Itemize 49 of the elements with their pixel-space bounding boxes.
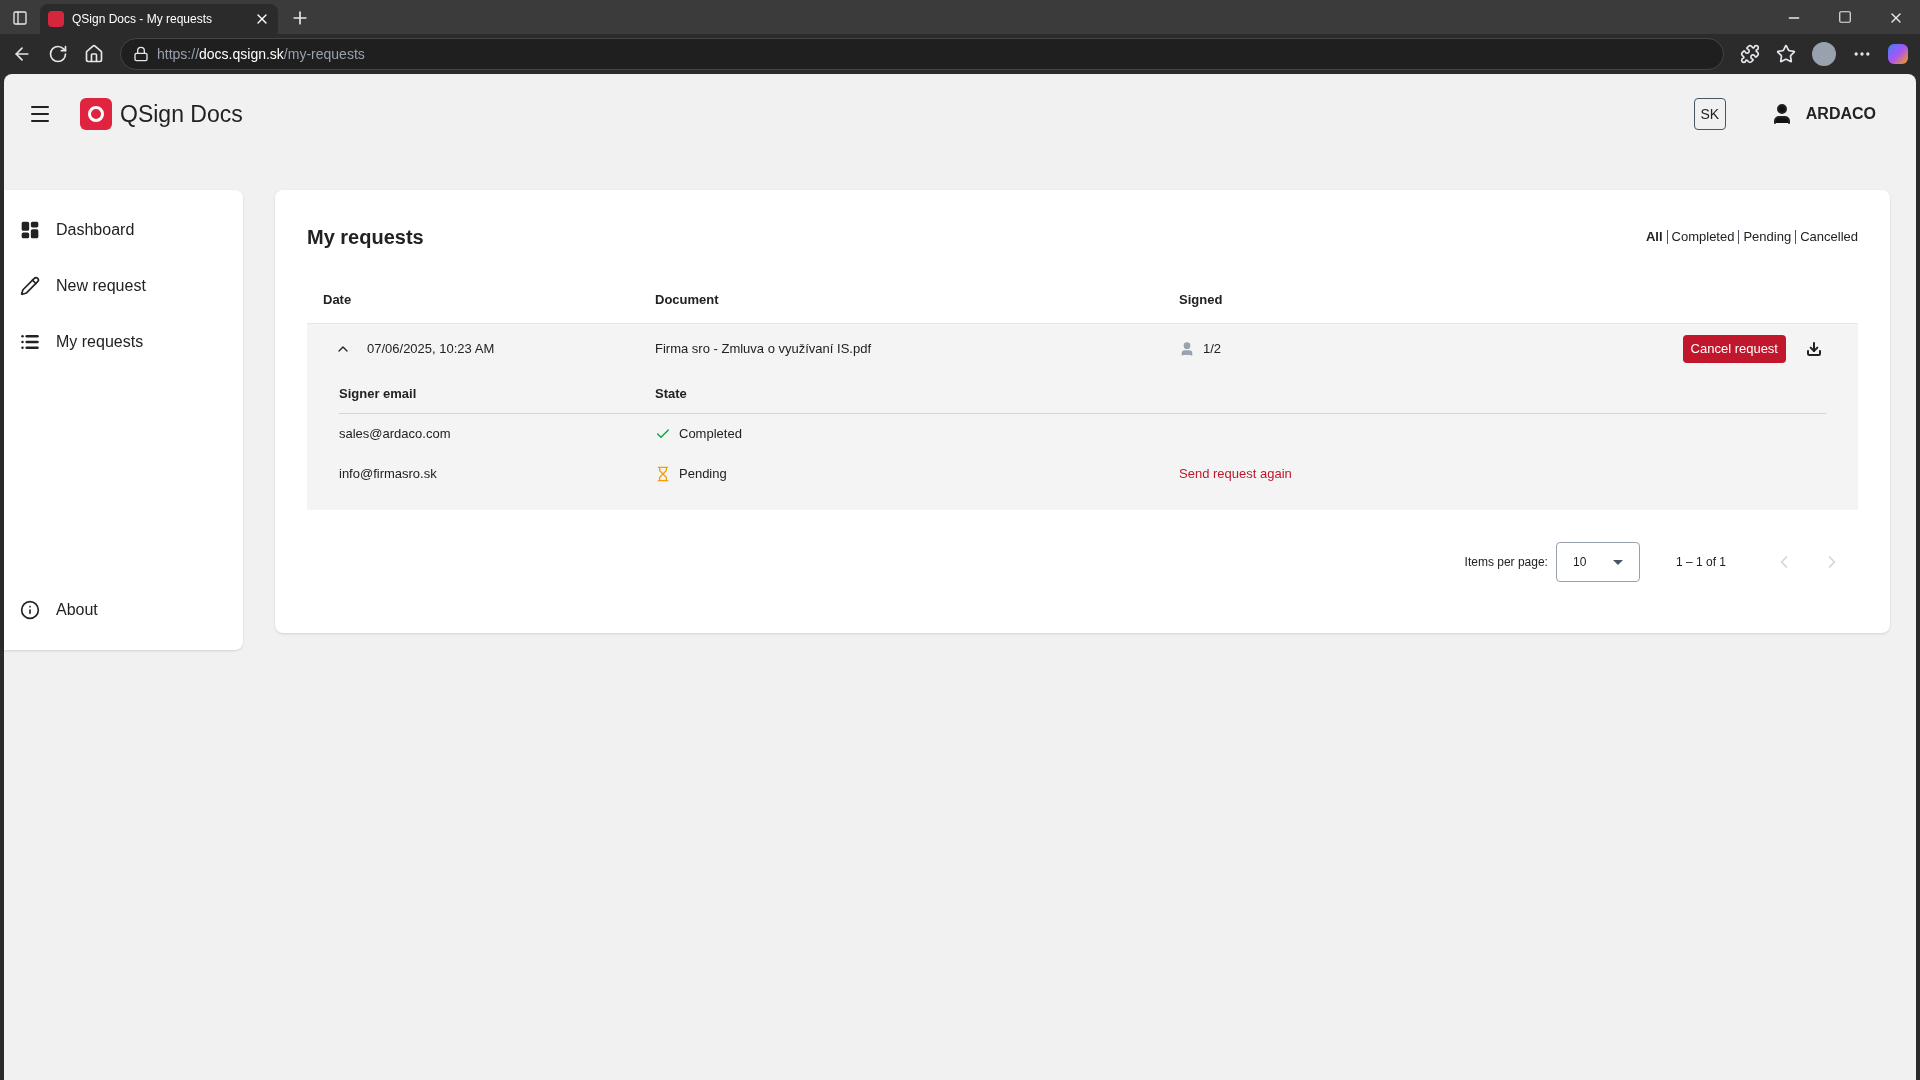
tab-panel-icon[interactable] <box>12 10 28 26</box>
send-again-link[interactable]: Send request again <box>1179 464 1292 484</box>
filter-link[interactable]: All <box>1645 227 1663 247</box>
address-bar[interactable]: https://docs.qsign.sk/my-requests <box>120 38 1724 70</box>
email-cell-text: info@firmasro.sk <box>339 465 438 484</box>
restore-icon[interactable] <box>1838 10 1852 24</box>
app-title: QSign Docs <box>120 99 243 129</box>
column-header: State <box>655 384 687 403</box>
page-title: My requests <box>307 225 424 250</box>
logo-icon <box>80 98 112 130</box>
tab-logo-icon <box>48 11 64 27</box>
language-button[interactable]: SK <box>1693 98 1726 130</box>
url-text: https://docs.qsign.sk/my-requests <box>157 44 365 64</box>
filter-link[interactable]: Cancelled <box>1800 227 1858 247</box>
extensions-icon[interactable] <box>1740 44 1760 64</box>
filter-link[interactable]: Completed <box>1671 227 1735 247</box>
list-icon <box>20 332 40 352</box>
sidebar-item[interactable]: Dashboard <box>4 202 243 258</box>
sidebar-item[interactable]: My requests <box>4 314 243 370</box>
state-cell-text: Pending <box>679 465 727 484</box>
browser-tab[interactable]: QSign Docs - My requests <box>40 4 278 34</box>
user-name[interactable]: ARDACO <box>1805 102 1876 126</box>
hourglass-icon <box>655 466 671 482</box>
page-size-select[interactable]: 10 <box>1555 542 1640 582</box>
sidebar-item[interactable]: About <box>4 582 243 638</box>
column-header: Date <box>323 290 353 309</box>
home-icon[interactable] <box>84 44 104 64</box>
info-icon <box>20 600 40 620</box>
date-cell-text: 07/06/2025, 10:23 AM <box>367 340 495 359</box>
items-per-page-label: Items per page: <box>1464 554 1548 571</box>
cancel-request-button[interactable]: Cancel request <box>1682 335 1786 363</box>
person-icon <box>1179 341 1195 357</box>
signed-cell-text: 1/2 <box>1203 340 1222 359</box>
document-cell-text: Firma sro - Zmluva o využívaní IS.pdf <box>655 340 872 359</box>
pencil-icon <box>20 276 40 296</box>
column-header: Document <box>655 290 720 309</box>
column-header: Signer email <box>339 384 418 403</box>
favorites-icon[interactable] <box>1776 44 1796 64</box>
dashboard-icon <box>20 220 40 240</box>
profile-avatar[interactable] <box>1812 42 1836 66</box>
state-cell-text: Completed <box>679 425 742 444</box>
page-range: 1 – 1 of 1 <box>1675 554 1726 571</box>
column-header: Signed <box>1179 290 1223 309</box>
sidebar-item[interactable]: New request <box>4 258 243 314</box>
reload-icon[interactable] <box>48 44 68 64</box>
download-icon[interactable] <box>1806 341 1822 357</box>
email-cell-text: sales@ardaco.com <box>339 425 452 444</box>
filter-link[interactable]: Pending <box>1743 227 1792 247</box>
lock-icon <box>133 46 149 62</box>
